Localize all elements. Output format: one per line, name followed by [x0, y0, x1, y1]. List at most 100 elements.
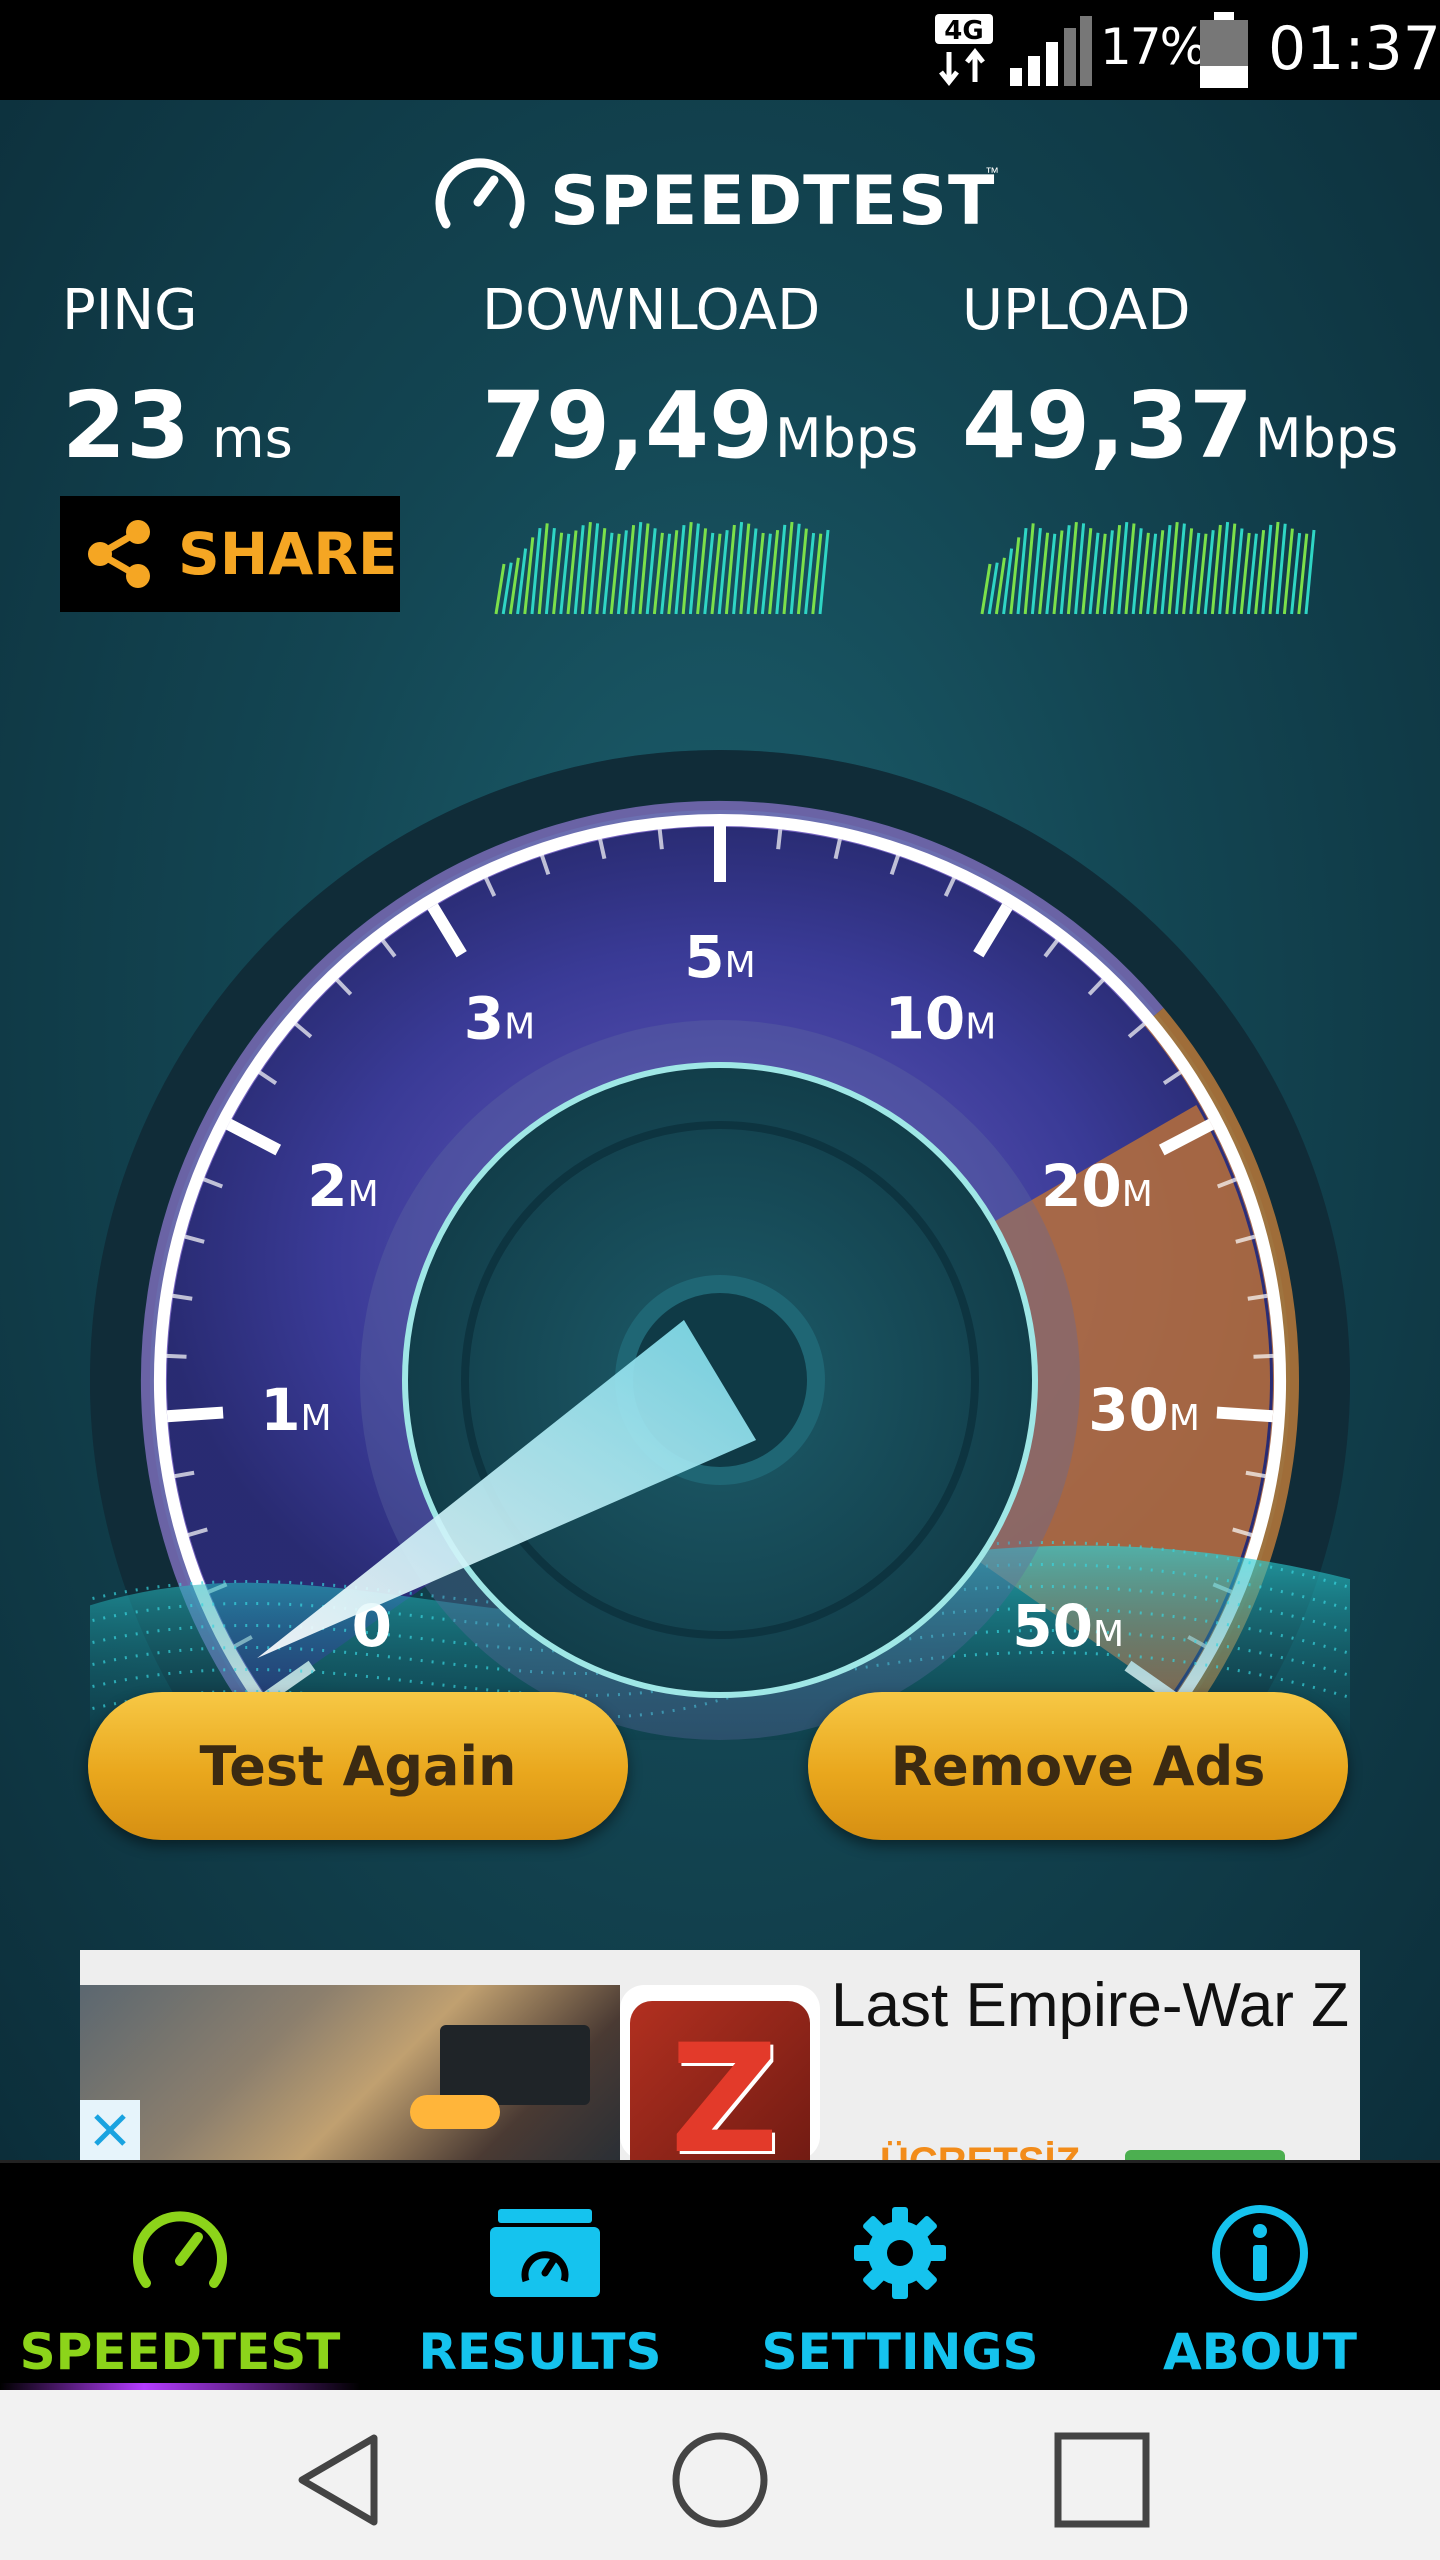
sparkline-stroke	[544, 527, 556, 615]
sparkline-stroke	[1131, 528, 1143, 615]
gauge-minor-tick	[166, 1353, 187, 1359]
svg-text:4G: 4G	[944, 16, 983, 46]
sparkline-stroke	[638, 523, 650, 615]
sparkline-stroke	[559, 533, 571, 615]
sparkline-stroke	[1225, 523, 1237, 615]
battery-percent: 17%	[1100, 18, 1207, 76]
sparkline-stroke	[1246, 533, 1258, 615]
sparkline-stroke	[710, 533, 722, 615]
sparkline-stroke	[1124, 523, 1136, 615]
tab-about-label: ABOUT	[1162, 2323, 1358, 2381]
sparkline-stroke	[595, 528, 607, 615]
bottom-tab-bar: SPEEDTEST RESULTS SETTINGS ABOUT	[0, 2160, 1440, 2393]
back-icon[interactable]	[290, 2430, 390, 2530]
battery-icon	[1200, 12, 1248, 88]
status-bar: 4G 17% 01:37	[0, 0, 1440, 100]
trademark: ™	[985, 164, 999, 180]
speed-gauge: 01M2M3M5M10M20M30M50M	[90, 750, 1350, 1740]
ad-app-icon[interactable]: Z	[620, 1985, 820, 2160]
speedometer-logo-icon	[435, 158, 525, 229]
gauge-minor-tick	[776, 829, 783, 850]
sparkline-stroke	[1182, 528, 1194, 615]
sparkline-stroke	[1095, 533, 1107, 615]
upload-unit: Mbps	[1255, 407, 1399, 470]
sparkline-stroke	[1290, 532, 1302, 615]
sparkline-stroke	[739, 523, 751, 615]
sparkline-stroke	[660, 533, 672, 615]
sparkline-stroke	[1196, 533, 1208, 615]
sparkline-stroke	[1074, 523, 1086, 615]
system-navigation-bar	[0, 2390, 1440, 2560]
results-folder-icon	[490, 2209, 600, 2297]
tab-about[interactable]: ABOUT	[1080, 2163, 1440, 2393]
sparkline-stroke	[1045, 533, 1057, 615]
sparkline-stroke	[811, 533, 823, 615]
sparkline-stroke	[1138, 532, 1150, 615]
ad-install-button[interactable]	[1125, 2150, 1285, 2160]
app-title: SPEEDTEST	[550, 162, 996, 241]
share-label: SHARE	[178, 520, 398, 588]
sparkline-stroke	[753, 532, 765, 615]
upload-sparkline	[980, 521, 1316, 615]
download-sparkline	[494, 521, 830, 615]
sparkline-stroke	[1081, 528, 1093, 615]
sparkline-stroke	[494, 563, 506, 615]
sparkline-stroke	[789, 523, 801, 615]
download-unit: Mbps	[775, 407, 919, 470]
sparkline-stroke	[1030, 527, 1042, 615]
sparkline-stroke	[588, 523, 600, 615]
ad-title[interactable]: Last Empire-War Z	[830, 1970, 1350, 2042]
ad-cta[interactable]: ÜCRETSİZ	[880, 2140, 1080, 2160]
remove-ads-button[interactable]: Remove Ads	[808, 1692, 1348, 1840]
tab-settings-label: SETTINGS	[761, 2323, 1039, 2381]
tab-results[interactable]: RESULTS	[360, 2163, 720, 2393]
gear-icon	[854, 2207, 946, 2299]
sparkline-stroke	[1174, 523, 1186, 615]
sparkline-stroke	[1088, 532, 1100, 615]
ad-image[interactable]	[80, 1985, 620, 2160]
speedtest-screen: SPEEDTEST ™ PING 23 ms DOWNLOAD 79,49 Mb…	[0, 100, 1440, 2160]
signal-strength-icon	[1010, 16, 1092, 86]
ping-label: PING	[62, 278, 198, 343]
tab-speedtest-label: SPEEDTEST	[19, 2323, 341, 2381]
ad-banner[interactable]: Z Last Empire-War Z ÜCRETSİZ	[80, 1950, 1360, 2160]
info-icon	[1212, 2205, 1308, 2301]
upload-label: UPLOAD	[962, 278, 1191, 343]
sparkline-stroke	[980, 563, 992, 615]
sparkline-stroke	[703, 532, 715, 615]
sparkline-stroke	[796, 528, 808, 615]
ad-image-fire	[410, 2095, 500, 2129]
sparkline-stroke	[602, 532, 614, 615]
ad-image-truck	[440, 2025, 590, 2105]
sparkline-stroke	[760, 533, 772, 615]
app-logo: SPEEDTEST ™	[0, 152, 1440, 252]
tab-speedtest[interactable]: SPEEDTEST	[0, 2163, 360, 2393]
ad-app-icon-letter: Z	[670, 2013, 779, 2160]
sparkline-stroke	[609, 533, 621, 615]
close-icon	[94, 2114, 126, 2146]
sparkline-stroke	[1282, 528, 1294, 615]
ping-unit: ms	[212, 407, 293, 470]
sparkline-stroke	[552, 532, 564, 615]
ad-close-button[interactable]	[80, 2100, 140, 2160]
home-icon[interactable]	[670, 2430, 770, 2530]
ping-value: 23	[62, 372, 191, 479]
sparkline-stroke	[1146, 533, 1158, 615]
sparkline-stroke	[1189, 532, 1201, 615]
sparkline-stroke	[688, 523, 700, 615]
gauge-major-tick	[166, 1406, 224, 1423]
speedometer-icon	[133, 2211, 227, 2288]
clock: 01:37	[1268, 14, 1440, 84]
test-again-button[interactable]: Test Again	[88, 1692, 628, 1840]
recents-icon[interactable]	[1052, 2430, 1152, 2530]
share-icon	[88, 520, 150, 588]
sparkline-stroke	[1297, 533, 1309, 615]
tab-settings[interactable]: SETTINGS	[720, 2163, 1080, 2393]
sparkline-stroke	[1275, 523, 1287, 615]
sparkline-stroke	[696, 528, 708, 615]
gauge-major-tick	[1216, 1406, 1274, 1423]
network-4g-icon: 4G	[935, 14, 993, 86]
share-button[interactable]: SHARE	[60, 496, 400, 612]
sparkline-stroke	[645, 528, 657, 615]
tab-results-label: RESULTS	[418, 2323, 662, 2381]
